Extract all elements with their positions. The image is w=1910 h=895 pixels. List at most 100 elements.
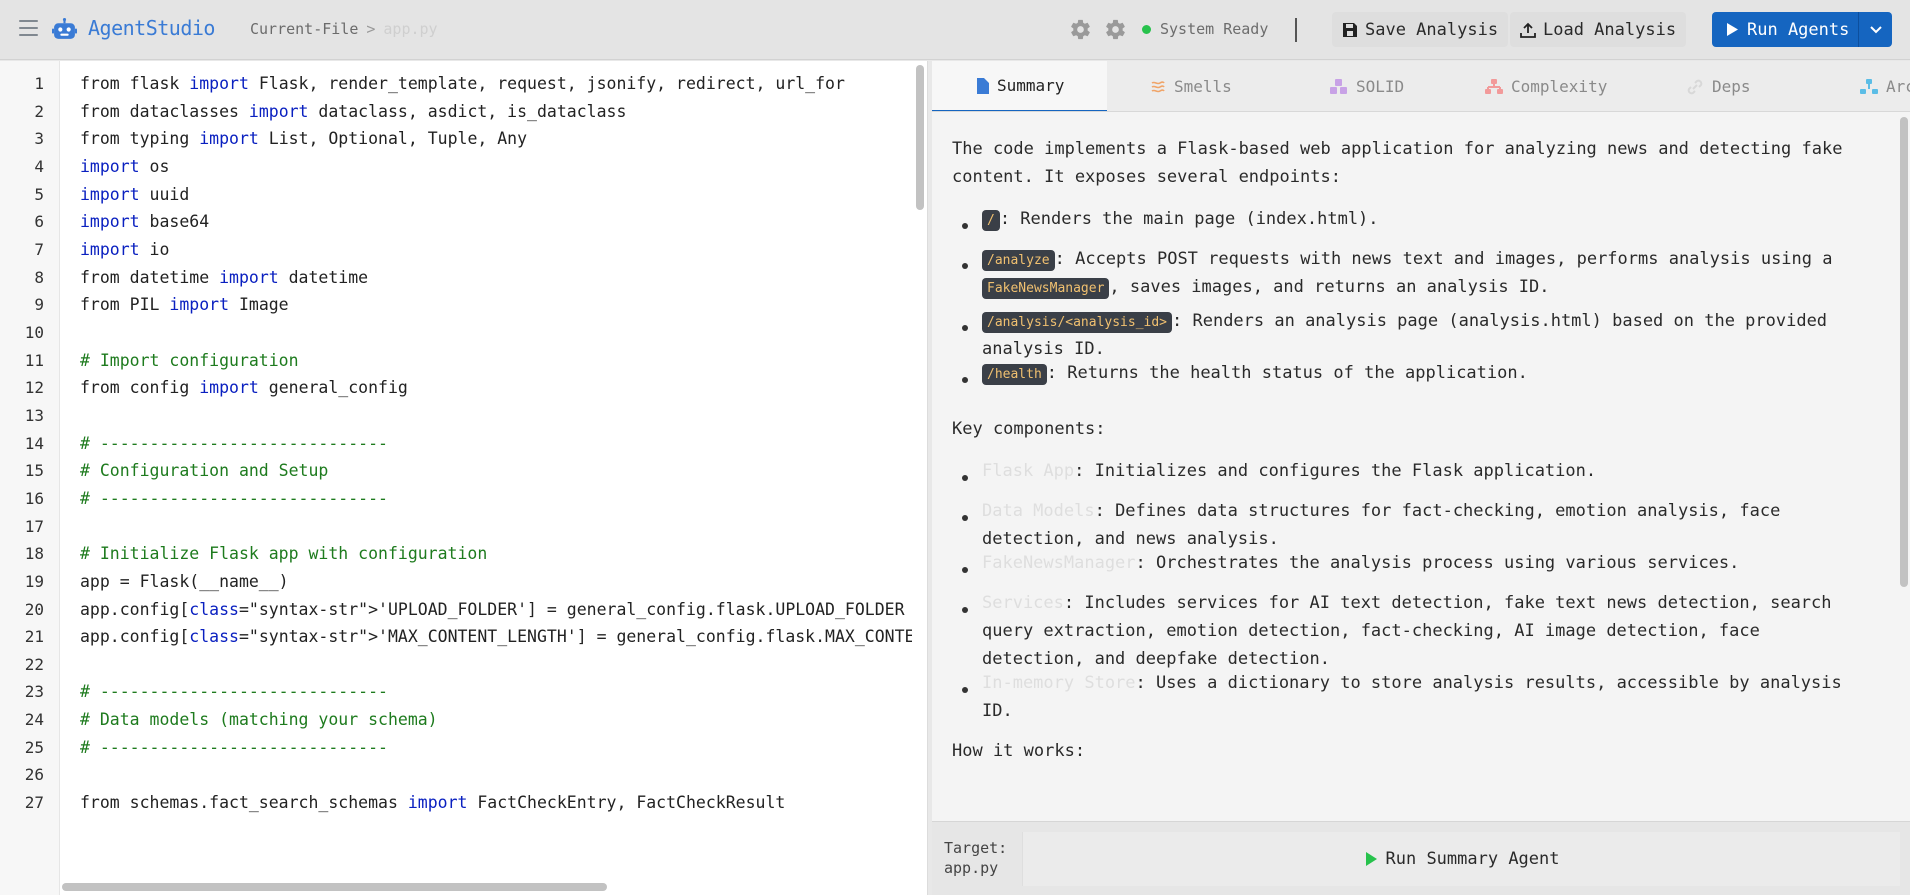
tab-solid[interactable]: SOLID <box>1330 61 1404 111</box>
code-token: io <box>139 240 170 259</box>
code-token: from typing <box>80 129 200 148</box>
run-agents-main[interactable]: Run Agents <box>1712 12 1858 47</box>
line-number: 13 <box>24 406 44 425</box>
code-line[interactable]: import io <box>80 240 169 260</box>
code-token: from datetime <box>80 268 220 287</box>
code-line[interactable]: # Initialize Flask app with configuratio… <box>80 544 487 564</box>
top-bar: AgentStudio Current-File > app.py System… <box>0 0 1910 60</box>
tab-summary[interactable]: Summary <box>932 61 1107 111</box>
component-desc: : Orchestrates the analysis process usin… <box>1135 553 1740 573</box>
keyword-token: import <box>248 102 309 121</box>
status-dot-icon <box>1142 24 1151 34</box>
line-number: 20 <box>24 600 44 619</box>
endpoint-analysis-id: /analysis/<analysis_id>: Renders an anal… <box>982 307 1882 337</box>
code-line[interactable]: # ----------------------------- <box>80 682 388 702</box>
run-summary-agent-label: Run Summary Agent <box>1385 849 1560 869</box>
code-line[interactable]: from PIL import Image <box>80 295 289 315</box>
code-line[interactable]: from datetime import datetime <box>80 268 368 288</box>
code-line[interactable]: # Import configuration <box>80 351 299 371</box>
code-line[interactable]: from typing import List, Optional, Tuple… <box>80 129 527 149</box>
code-line[interactable]: app = Flask(__name__) <box>80 572 289 592</box>
comment-token: # Initialize Flask app with configuratio… <box>80 544 488 563</box>
code-line[interactable]: import base64 <box>80 212 209 232</box>
endpoint-analyze-cont: FakeNewsManager, saves images, and retur… <box>982 273 1882 303</box>
keyword-token: import <box>80 212 140 231</box>
code-editor[interactable]: 1 2 3 4 5 6 7 8 9 10 11 12 13 14 15 16 17 18 19 20 21 22 23 24 2… <box>0 61 928 895</box>
intro-line-2: content. It exposes several endpoints: <box>952 167 1341 187</box>
architecture-icon <box>1860 78 1878 94</box>
bullet <box>962 325 968 331</box>
code-line[interactable]: from config import general_config <box>80 378 408 398</box>
cubes-icon <box>1330 78 1347 94</box>
summary-scrollbar[interactable] <box>1900 117 1908 587</box>
keyword-token: import <box>199 378 259 397</box>
comment-token: # ----------------------------- <box>80 682 388 701</box>
component-name: In-memory Store <box>982 673 1136 693</box>
run-summary-agent-button[interactable]: Run Summary Agent <box>1022 832 1900 886</box>
keyword-token: import <box>80 240 140 259</box>
how-it-works-heading: How it works: <box>952 741 1086 761</box>
gear-icon[interactable] <box>1069 18 1092 41</box>
code-line[interactable]: import uuid <box>80 185 189 205</box>
settings-gear-icon[interactable] <box>1104 18 1127 41</box>
load-analysis-button[interactable]: Load Analysis <box>1510 12 1687 47</box>
breadcrumb-folder[interactable]: Current-File <box>250 20 358 38</box>
breadcrumb-separator: > <box>366 20 376 38</box>
line-number: 22 <box>24 655 44 674</box>
component-in-memory-store: In-memory Store: Uses a dictionary to st… <box>982 669 1882 697</box>
editor-vertical-scrollbar[interactable] <box>916 65 924 210</box>
code-line[interactable]: from schemas.fact_search_schemas import … <box>80 793 785 813</box>
code-line[interactable]: import os <box>80 157 169 177</box>
line-number: 27 <box>24 793 44 812</box>
keyword-token: class <box>189 627 239 646</box>
line-number: 9 <box>34 295 44 314</box>
menu-icon[interactable] <box>19 20 38 39</box>
code-token: from PIL <box>80 295 170 314</box>
play-icon <box>1727 23 1738 36</box>
code-line[interactable]: app.config[class="syntax-str">'UPLOAD_FO… <box>80 600 905 620</box>
load-analysis-label: Load Analysis <box>1543 19 1677 40</box>
code-content[interactable]: from flask import Flask, render_template… <box>60 61 912 876</box>
line-number: 23 <box>24 682 44 701</box>
target-file: app.py <box>944 859 999 877</box>
keyword-token: import <box>169 295 230 314</box>
code-line[interactable]: app.config[class="syntax-str">'MAX_CONTE… <box>80 627 912 647</box>
line-number: 16 <box>24 489 44 508</box>
bullet <box>962 607 968 613</box>
code-line[interactable]: # Configuration and Setup <box>80 461 328 481</box>
chevron-down-icon <box>1869 25 1882 33</box>
tab-arch[interactable]: Arch <box>1860 61 1910 111</box>
run-agents-label: Run Agents <box>1747 19 1850 40</box>
run-agents-button[interactable]: Run Agents <box>1712 12 1892 47</box>
endpoint-analyze: /analyze: Accepts POST requests with new… <box>982 245 1882 275</box>
code-token: app.config[ <box>80 627 190 646</box>
component-desc: : Includes services for AI text detectio… <box>1063 593 1832 613</box>
code-line[interactable]: # ----------------------------- <box>80 434 388 454</box>
line-number: 24 <box>24 710 44 729</box>
keyword-token: import <box>407 793 468 812</box>
comment-token: # ----------------------------- <box>80 738 388 757</box>
code-line[interactable]: # ----------------------------- <box>80 738 388 758</box>
comment-token: # Import configuration <box>80 351 299 370</box>
tab-summary-label: Summary <box>997 76 1065 95</box>
tab-deps[interactable]: Deps <box>1686 61 1751 111</box>
code-line[interactable]: from dataclasses import dataclass, asdic… <box>80 102 626 122</box>
endpoint-health: /health: Returns the health status of th… <box>982 359 1882 389</box>
endpoint-code: /analysis/<analysis_id> <box>982 312 1173 333</box>
tab-smells[interactable]: Smells <box>1150 61 1232 111</box>
code-line[interactable]: # ----------------------------- <box>80 489 388 509</box>
code-line[interactable]: # Data models (matching your schema) <box>80 710 438 730</box>
code-token: ="syntax-str">'UPLOAD_FOLDER'] = general… <box>238 600 905 619</box>
endpoint-desc: : Renders the main page (index.html). <box>999 209 1379 229</box>
code-line[interactable]: from flask import Flask, render_template… <box>80 74 845 94</box>
component-name: Flask App <box>982 461 1075 481</box>
code-token: app = Flask(__name__) <box>80 572 289 591</box>
save-analysis-button[interactable]: Save Analysis <box>1332 12 1509 47</box>
line-number: 10 <box>24 323 44 342</box>
bullet <box>962 567 968 573</box>
editor-horizontal-scrollbar[interactable] <box>62 883 607 891</box>
upload-icon <box>1520 22 1536 38</box>
endpoint-code: / <box>982 210 1000 231</box>
run-agents-dropdown[interactable] <box>1858 12 1892 47</box>
tab-complexity[interactable]: Complexity <box>1485 61 1607 111</box>
